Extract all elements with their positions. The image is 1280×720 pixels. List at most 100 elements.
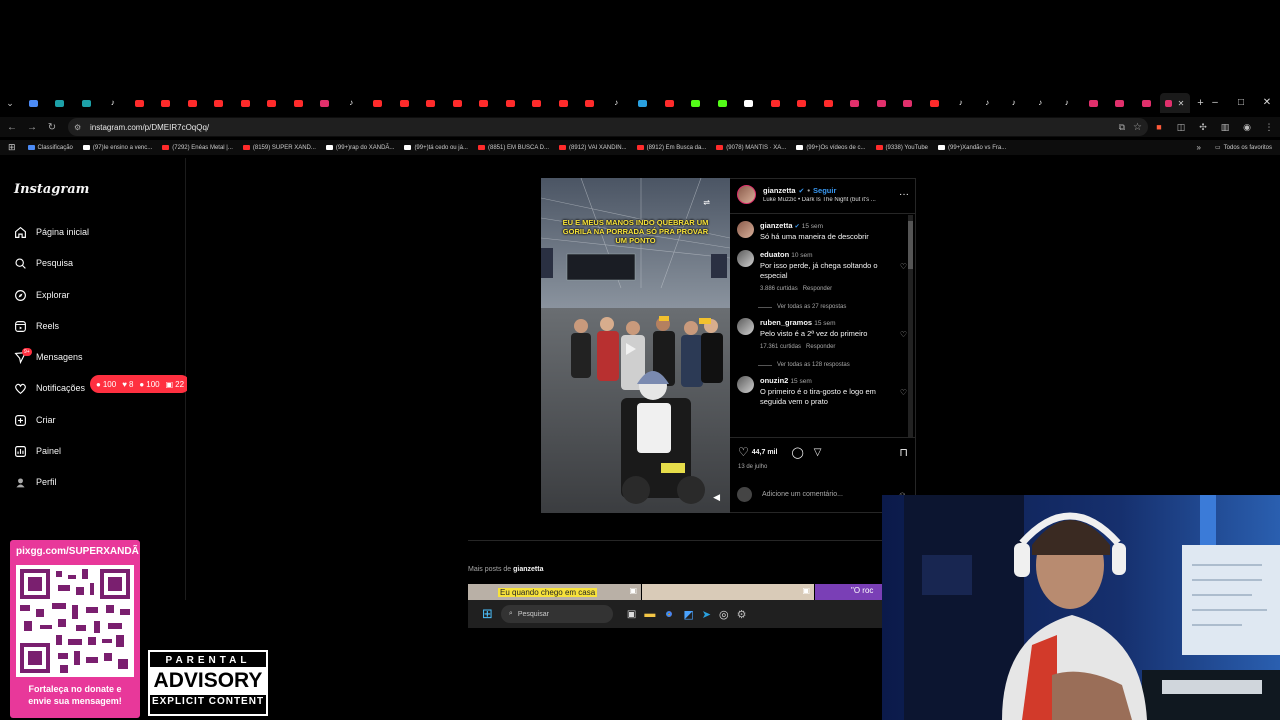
- app-icon-red[interactable]: ◎: [719, 608, 729, 621]
- extensions-puzzle-icon[interactable]: ✣: [1192, 122, 1214, 133]
- commenter-avatar[interactable]: [737, 250, 754, 267]
- likes-count[interactable]: 44,7 mil: [752, 449, 778, 456]
- browser-tab[interactable]: [259, 93, 286, 113]
- browser-tab[interactable]: [444, 93, 471, 113]
- commenter-avatar[interactable]: [737, 318, 754, 335]
- browser-tab[interactable]: ♪: [948, 93, 975, 113]
- browser-tab[interactable]: [736, 93, 763, 113]
- bookmark-item[interactable]: (8851) EM BUSCA D...: [477, 145, 549, 151]
- bookmark-item[interactable]: (8912) Em Busca da...: [636, 145, 706, 151]
- app-icon-blue[interactable]: ◩: [683, 608, 693, 621]
- browser-tab[interactable]: [683, 93, 710, 113]
- browser-tab[interactable]: [20, 93, 47, 113]
- extension-red-icon[interactable]: ■: [1148, 122, 1170, 132]
- browser-tab[interactable]: [524, 93, 551, 113]
- profile-avatar-icon[interactable]: ◉: [1236, 122, 1258, 133]
- notifications-pill[interactable]: ● 100 ♥ 8 ● 100 ▣ 22: [90, 375, 191, 393]
- browser-tab[interactable]: [497, 93, 524, 113]
- nav-item-home[interactable]: Página inicial: [13, 225, 89, 239]
- menu-dots-icon[interactable]: ⋮: [1258, 122, 1280, 133]
- follow-button[interactable]: Seguir: [813, 186, 836, 195]
- more-options-icon[interactable]: ···: [899, 189, 909, 200]
- nav-item-plus-square[interactable]: Criar: [13, 413, 56, 427]
- browser-tab[interactable]: [550, 93, 577, 113]
- all-bookmarks-folder[interactable]: ▭ Todos os favoritos: [1215, 144, 1272, 152]
- reply-button[interactable]: Responder: [803, 286, 832, 292]
- tab-search-button[interactable]: ⌄: [0, 93, 20, 113]
- extension-pin-icon[interactable]: ◫: [1170, 122, 1192, 133]
- back-button[interactable]: ←: [2, 122, 22, 133]
- post-video[interactable]: EU E MEUS MANOS INDO QUEBRAR UM GORILA N…: [541, 178, 730, 513]
- forward-button[interactable]: →: [22, 122, 42, 133]
- comments-list[interactable]: gianzetta ✔ 15 sem Só há uma maneira de …: [737, 221, 907, 435]
- more-post-thumb-2[interactable]: ▣: [642, 584, 814, 600]
- settings-icon[interactable]: ⚙: [737, 608, 747, 621]
- view-replies-button[interactable]: Ver todas as 128 respostas: [777, 360, 850, 370]
- comment-input[interactable]: Adicione um comentário...: [762, 491, 898, 498]
- close-tab-icon[interactable]: ✕: [1178, 99, 1185, 108]
- comment-icon[interactable]: ◯: [791, 446, 803, 459]
- nav-item-chart[interactable]: Painel: [13, 444, 61, 458]
- bookmark-item[interactable]: (9338) YouTube: [875, 145, 928, 151]
- browser-tab[interactable]: ♪: [603, 93, 630, 113]
- telegram-icon[interactable]: ➤: [702, 608, 711, 621]
- browser-tab[interactable]: [206, 93, 233, 113]
- browser-tab[interactable]: [391, 93, 418, 113]
- bookmark-item[interactable]: (8912) VAI XANDIN...: [559, 145, 627, 151]
- browser-tab[interactable]: [709, 93, 736, 113]
- bookmark-item[interactable]: (99+)tá cedo ou já...: [404, 145, 468, 151]
- browser-tab[interactable]: [179, 93, 206, 113]
- bookmark-star-icon[interactable]: ☆: [1133, 122, 1142, 133]
- browser-tab[interactable]: [1080, 93, 1107, 113]
- task-view-icon[interactable]: ▣: [627, 609, 636, 620]
- browser-tab[interactable]: [232, 93, 259, 113]
- nav-item-avatar[interactable]: Perfil: [13, 475, 57, 489]
- mute-icon[interactable]: ◀: [713, 492, 720, 503]
- browser-tab[interactable]: [921, 93, 948, 113]
- browser-tab[interactable]: ♪: [1001, 93, 1028, 113]
- file-explorer-icon[interactable]: ▬: [644, 608, 655, 620]
- view-replies-button[interactable]: Ver todas as 27 respostas: [777, 302, 846, 312]
- commenter-avatar[interactable]: [737, 376, 754, 393]
- active-tab[interactable]: ✕: [1159, 93, 1190, 113]
- taskbar-search[interactable]: ⌕ Pesquisar: [500, 605, 613, 623]
- comment-like-icon[interactable]: ♡: [900, 388, 907, 397]
- author-username[interactable]: gianzetta: [763, 186, 796, 195]
- bookmark-item[interactable]: (99+)rap do XANDÃ...: [325, 145, 394, 151]
- save-icon[interactable]: ⊓: [899, 446, 908, 459]
- bookmark-item[interactable]: (99+)Os vídeos de c...: [796, 145, 866, 151]
- url-field[interactable]: ⚙ instagram.com/p/DMEIR7cOqQq/ ⧉ ☆: [68, 118, 1148, 136]
- comment-like-icon[interactable]: ♡: [900, 330, 907, 339]
- browser-tab[interactable]: [577, 93, 604, 113]
- apps-grid-icon[interactable]: ⊞: [8, 142, 16, 153]
- nav-item-compass[interactable]: Explorar: [13, 288, 70, 302]
- reload-button[interactable]: ↻: [42, 122, 62, 133]
- bookmark-item[interactable]: (7292) Enéas Metal |...: [162, 145, 233, 151]
- sidebar-icon[interactable]: ▥: [1214, 122, 1236, 133]
- browser-tab[interactable]: [471, 93, 498, 113]
- bookmark-item[interactable]: (97)Ie ensino a venc...: [82, 145, 152, 151]
- browser-tab[interactable]: [868, 93, 895, 113]
- more-posts-user[interactable]: gianzetta: [513, 566, 543, 573]
- comments-scrollbar[interactable]: [908, 215, 913, 437]
- author-avatar[interactable]: [737, 185, 756, 204]
- browser-tab[interactable]: ♪: [1054, 93, 1081, 113]
- caption-avatar[interactable]: [737, 221, 754, 238]
- browser-tab[interactable]: [1133, 93, 1160, 113]
- browser-tab[interactable]: [312, 93, 339, 113]
- browser-tab[interactable]: [418, 93, 445, 113]
- bookmarks-overflow-icon[interactable]: »: [1197, 143, 1201, 152]
- browser-tab[interactable]: [789, 93, 816, 113]
- browser-tab[interactable]: [762, 93, 789, 113]
- browser-tab[interactable]: [842, 93, 869, 113]
- more-post-thumb-1[interactable]: Eu quando chego em casa ▣: [468, 584, 641, 600]
- nav-item-search[interactable]: Pesquisa: [13, 256, 73, 270]
- browser-tab[interactable]: ♪: [338, 93, 365, 113]
- commenter-username[interactable]: ruben_gramos: [760, 318, 812, 327]
- share-icon[interactable]: ▽: [814, 447, 822, 458]
- reply-button[interactable]: Responder: [806, 344, 835, 350]
- browser-tab[interactable]: [285, 93, 312, 113]
- browser-tab[interactable]: ♪: [100, 93, 127, 113]
- site-settings-icon[interactable]: ⚙: [74, 123, 86, 132]
- browser-tab[interactable]: [153, 93, 180, 113]
